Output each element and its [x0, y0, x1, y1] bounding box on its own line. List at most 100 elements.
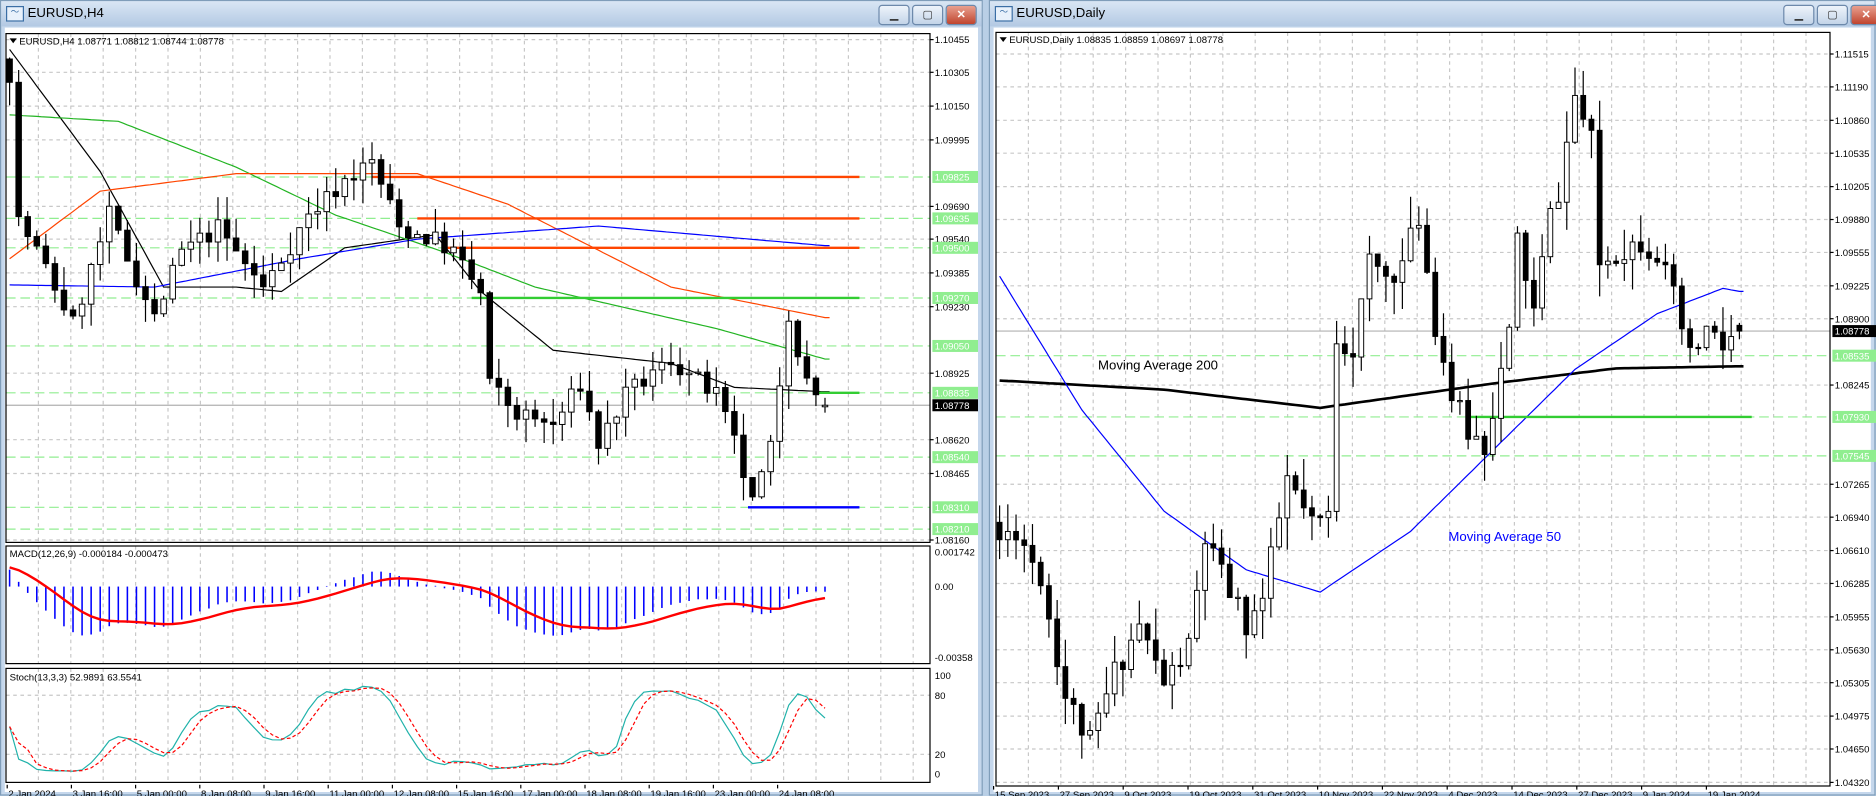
- bear-candle: [51, 263, 59, 291]
- bear-candle: [395, 199, 403, 228]
- bear-candle: [1152, 639, 1159, 661]
- bull-candle: [314, 211, 321, 215]
- bear-candle: [1383, 265, 1389, 277]
- bear-candle: [1695, 346, 1702, 350]
- bear-candle: [513, 405, 521, 420]
- bear-candle: [24, 216, 31, 238]
- bull-candle: [1325, 510, 1332, 519]
- bull-candle: [178, 248, 185, 266]
- price-axis-label: 1.06940: [1835, 513, 1870, 524]
- bear-candle: [60, 289, 68, 311]
- dropdown-triangle-icon: [999, 37, 1007, 42]
- bull-candle: [287, 254, 294, 264]
- price-axis-label: 1.09225: [1835, 281, 1870, 292]
- moving-average-line: [9, 49, 830, 393]
- price-axis-label: 1.08245: [1835, 381, 1870, 392]
- bull-candle: [96, 241, 104, 265]
- bear-candle: [1481, 435, 1488, 456]
- bear-candle: [1391, 275, 1398, 283]
- bear-candle: [477, 278, 484, 294]
- bull-candle: [522, 409, 530, 420]
- chart-frame: [995, 31, 1831, 787]
- price-axis-label: 1.09690: [935, 202, 970, 213]
- bull-candle: [1514, 232, 1521, 328]
- time-axis-label: 19 Jan 16:00: [650, 789, 705, 796]
- bear-candle: [1292, 475, 1299, 491]
- bull-candle: [1095, 712, 1102, 731]
- bull-candle: [1555, 201, 1562, 209]
- price-axis-label: 1.08925: [935, 369, 970, 380]
- price-axis-label: 1.10205: [1835, 182, 1870, 193]
- bull-candle: [323, 191, 330, 213]
- price-axis-label: 1.06285: [1835, 579, 1870, 590]
- macd-axis-label: 0.001742: [935, 548, 975, 559]
- stoch-main-line: [9, 685, 826, 772]
- time-axis-label: 15 Jan 16:00: [458, 789, 513, 796]
- bull-candle: [1333, 343, 1340, 512]
- time-axis-label: 11 Jan 00:00: [329, 789, 384, 796]
- bull-candle: [1103, 693, 1110, 714]
- bear-candle: [540, 418, 548, 423]
- bull-candle: [1703, 325, 1710, 349]
- bear-candle: [1243, 596, 1250, 636]
- chart-header-symbol: EURUSD,Daily 1.08835 1.08859 1.08697 1.0…: [1009, 35, 1223, 46]
- bull-candle: [1169, 664, 1176, 686]
- time-axis-label: 5 Jan 00:00: [137, 789, 187, 796]
- bull-candle: [1415, 224, 1422, 229]
- bull-candle: [1259, 597, 1266, 612]
- stoch-axis-label: 0: [935, 770, 940, 781]
- bear-candle: [1046, 585, 1052, 620]
- bear-candle: [1440, 335, 1447, 363]
- price-axis-label: 1.10860: [1835, 116, 1870, 127]
- bull-candle: [450, 246, 457, 254]
- price-axis-label: 1.05305: [1835, 678, 1870, 689]
- bull-candle: [169, 264, 176, 300]
- bear-candle: [386, 183, 394, 201]
- bear-candle: [1013, 530, 1019, 541]
- bull-candle: [1506, 326, 1513, 369]
- bear-candle: [1662, 261, 1669, 266]
- bull-candle: [1004, 530, 1011, 541]
- bull-candle: [296, 227, 303, 256]
- time-axis-label: 15 Sep 2023: [995, 790, 1049, 796]
- bull-candle: [1366, 253, 1373, 300]
- dropdown-triangle-icon: [9, 38, 17, 44]
- bear-candle: [1210, 543, 1217, 549]
- bull-candle: [1621, 259, 1628, 264]
- daily-price-pane: 1.11515 1.11190 1.10860 1.10535 1.10205 1.098…: [993, 31, 1876, 796]
- bear-candle: [1070, 697, 1077, 705]
- time-axis-label: 17 Jan 00:00: [522, 789, 577, 796]
- bear-candle: [1062, 666, 1069, 699]
- bear-candle: [577, 388, 584, 392]
- time-axis-label: 3 Jan 16:00: [73, 789, 123, 796]
- stoch-axis-label: 20: [935, 750, 946, 761]
- level-price-label: 1.09825: [935, 173, 970, 184]
- bull-candle: [1605, 260, 1611, 266]
- price-axis-label: 1.04975: [1835, 712, 1870, 723]
- bear-candle: [676, 364, 684, 376]
- level-price-label: 1.08310: [935, 503, 970, 514]
- bear-candle: [586, 390, 593, 413]
- ma50-annotation: Moving Average 50: [1448, 529, 1561, 544]
- level-price-label: 1.09270: [935, 294, 970, 305]
- level-price-label: 1.08210: [935, 525, 970, 536]
- bear-candle: [504, 386, 512, 406]
- bear-candle: [731, 411, 738, 436]
- bear-candle: [142, 286, 149, 301]
- price-axis-label: 1.11515: [1835, 50, 1869, 61]
- bull-candle: [694, 371, 702, 374]
- bear-candle: [115, 205, 122, 231]
- bull-candle: [1473, 435, 1480, 440]
- bull-candle: [214, 219, 222, 243]
- bear-candle: [1720, 331, 1726, 351]
- bull-candle: [1457, 400, 1463, 403]
- price-axis-label: 1.10150: [935, 102, 970, 113]
- bear-candle: [996, 521, 1003, 541]
- current-price-label: 1.08778: [1835, 327, 1870, 338]
- bull-candle: [1489, 417, 1496, 456]
- bear-candle: [640, 378, 648, 387]
- bear-candle: [1341, 343, 1348, 355]
- price-axis-label: 1.09385: [935, 269, 970, 280]
- time-axis-label: 31 Oct 2023: [1254, 790, 1306, 796]
- time-axis-label: 22 Nov 2023: [1384, 790, 1438, 796]
